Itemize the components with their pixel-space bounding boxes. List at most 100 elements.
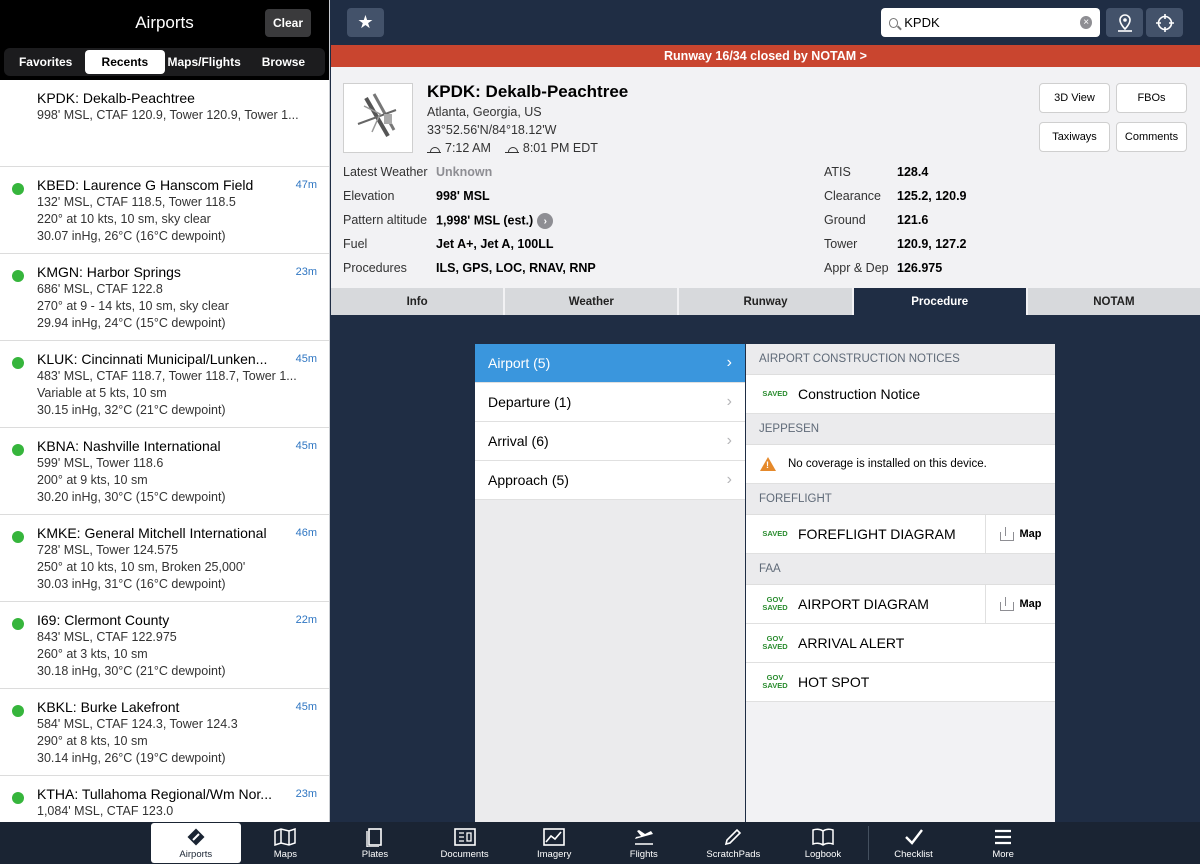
- chevron-right-icon: ›: [726, 432, 732, 449]
- doc-name: HOT SPOT: [798, 674, 870, 690]
- tab-procedure[interactable]: Procedure: [853, 288, 1026, 315]
- weather-age: 45m: [295, 440, 317, 452]
- doc-arrival-alert[interactable]: GOV SAVED ARRIVAL ALERT: [746, 624, 1055, 663]
- airport-name: KBED: Laurence G Hanscom Field: [37, 177, 254, 193]
- segment-recents[interactable]: Recents: [85, 50, 165, 74]
- airport-row-kbkl[interactable]: KBKL: Burke Lakefront 45m 584' MSL, CTAF…: [0, 689, 329, 776]
- sunrise-time: 7:12 AM: [445, 141, 491, 155]
- vfr-status-dot: [12, 531, 24, 543]
- freq-label: Appr & Dep: [824, 261, 889, 275]
- airport-name: KBKL: Burke Lakefront: [37, 699, 180, 715]
- saved-badge: SAVED: [762, 529, 788, 538]
- maps-icon: [274, 827, 297, 847]
- nav-documents[interactable]: Documents: [420, 822, 510, 864]
- comments-button[interactable]: Comments: [1116, 122, 1187, 152]
- airport-row-kmke[interactable]: KMKE: General Mitchell International 46m…: [0, 515, 329, 602]
- segment-browse[interactable]: Browse: [244, 50, 323, 74]
- map-pin-button[interactable]: [1106, 8, 1143, 37]
- weather-age: 45m: [295, 701, 317, 713]
- doc-hot-spot[interactable]: GOV SAVED HOT SPOT: [746, 663, 1055, 702]
- procedure-departure[interactable]: Departure (1) ›: [475, 383, 745, 422]
- map-pin-icon: [1117, 13, 1132, 32]
- airport-tabs: Info Weather Runway Procedure NOTAM: [331, 288, 1200, 315]
- airport-row-kpdk[interactable]: KPDK: Dekalb-Peachtree 998' MSL, CTAF 12…: [0, 80, 329, 167]
- segment-favorites[interactable]: Favorites: [6, 50, 85, 74]
- doc-name: Construction Notice: [798, 386, 921, 402]
- notam-banner[interactable]: Runway 16/34 closed by NOTAM >: [331, 45, 1200, 67]
- procedure-label: Departure (1): [488, 394, 572, 410]
- info-label: Pattern altitude: [343, 213, 428, 227]
- freq-label: Ground: [824, 213, 866, 227]
- nav-flights[interactable]: Flights: [599, 822, 689, 864]
- search-icon: [889, 17, 899, 28]
- airport-coordinates: 33°52.56'N/84°18.12'W: [427, 123, 557, 137]
- chevron-right-icon[interactable]: ›: [537, 213, 554, 229]
- warning-icon: !: [760, 457, 776, 471]
- airport-row-kmgn[interactable]: KMGN: Harbor Springs 23m 686' MSL, CTAF …: [0, 254, 329, 341]
- procedure-approach[interactable]: Approach (5) ›: [475, 461, 745, 500]
- procedure-arrival[interactable]: Arrival (6) ›: [475, 422, 745, 461]
- share-icon: [999, 597, 1014, 611]
- saved-text: SAVED: [762, 603, 788, 612]
- weather-age: 23m: [295, 266, 317, 278]
- airport-wind: 260° at 3 kts, 10 sm: [37, 647, 148, 661]
- airport-detail: 686' MSL, CTAF 122.8: [37, 282, 163, 296]
- airport-diagram-thumbnail[interactable]: [343, 83, 413, 153]
- section-construction-notices: AIRPORT CONSTRUCTION NOTICES: [746, 344, 1055, 375]
- clear-search-icon[interactable]: ×: [1080, 16, 1092, 29]
- nav-label: Documents: [440, 848, 489, 860]
- airport-row-kbed[interactable]: KBED: Laurence G Hanscom Field 47m 132' …: [0, 167, 329, 254]
- doc-foreflight-diagram[interactable]: SAVED FOREFLIGHT DIAGRAM Map: [746, 515, 1055, 554]
- airport-altimeter: 30.20 inHg, 30°C (15°C dewpoint): [37, 490, 226, 504]
- nav-more[interactable]: More: [958, 822, 1048, 864]
- nav-label: More: [992, 848, 1014, 860]
- tab-info[interactable]: Info: [331, 288, 504, 315]
- doc-construction-notice[interactable]: SAVED Construction Notice: [746, 375, 1055, 414]
- doc-name: FOREFLIGHT DIAGRAM: [798, 526, 956, 542]
- info-value: Jet A+, Jet A, 100LL: [436, 237, 554, 251]
- nav-plates[interactable]: Plates: [330, 822, 420, 864]
- nav-checklist[interactable]: Checklist: [869, 822, 959, 864]
- taxiways-button[interactable]: Taxiways: [1039, 122, 1110, 152]
- airport-row-i69[interactable]: I69: Clermont County 22m 843' MSL, CTAF …: [0, 602, 329, 689]
- logbook-icon: [812, 827, 834, 847]
- clear-button[interactable]: Clear: [265, 9, 311, 37]
- vfr-status-dot: [12, 357, 24, 369]
- airport-row-kbna[interactable]: KBNA: Nashville International 45m 599' M…: [0, 428, 329, 515]
- 3d-view-button[interactable]: 3D View: [1039, 83, 1110, 113]
- chevron-right-icon: ›: [726, 354, 732, 371]
- procedure-airport[interactable]: Airport (5) ›: [475, 344, 745, 383]
- segment-maps-flights[interactable]: Maps/Flights: [165, 50, 244, 74]
- nav-scratchpads[interactable]: ScratchPads: [689, 822, 779, 864]
- airport-altimeter: 30.18 inHg, 30°C (21°C dewpoint): [37, 664, 226, 678]
- map-button[interactable]: Map: [985, 515, 1055, 553]
- airport-detail: 998' MSL, CTAF 120.9, Tower 120.9, Tower…: [37, 108, 299, 122]
- tab-weather[interactable]: Weather: [505, 288, 678, 315]
- nav-logbook[interactable]: Logbook: [778, 822, 868, 864]
- diagram-icon: [357, 93, 397, 138]
- nav-airports[interactable]: Airports: [151, 823, 241, 863]
- favorite-star-button[interactable]: ★: [347, 8, 384, 37]
- nav-label: Maps: [273, 848, 297, 860]
- weather-age: 22m: [295, 614, 317, 626]
- airport-row-kluk[interactable]: KLUK: Cincinnati Municipal/Lunken... 45m…: [0, 341, 329, 428]
- airport-detail: 132' MSL, CTAF 118.5, Tower 118.5: [37, 195, 236, 209]
- nav-label: Logbook: [804, 848, 842, 860]
- info-value: Unknown: [436, 165, 493, 179]
- map-button[interactable]: Map: [985, 585, 1055, 623]
- section-foreflight: FOREFLIGHT: [746, 484, 1055, 515]
- chevron-right-icon: ›: [726, 393, 732, 410]
- nav-maps[interactable]: Maps: [241, 822, 331, 864]
- search-input[interactable]: [904, 15, 1081, 30]
- tab-notam[interactable]: NOTAM: [1027, 288, 1200, 315]
- bottom-tab-bar: Airports Maps Plates Documents Imagery F…: [0, 822, 1200, 864]
- nav-imagery[interactable]: Imagery: [509, 822, 599, 864]
- vfr-status-dot: [12, 618, 24, 630]
- fbos-button[interactable]: FBOs: [1116, 83, 1187, 113]
- tab-runway[interactable]: Runway: [679, 288, 852, 315]
- airport-row-ktha[interactable]: KTHA: Tullahoma Regional/Wm Nor... 23m 1…: [0, 776, 329, 822]
- doc-airport-diagram[interactable]: GOV SAVED AIRPORT DIAGRAM Map: [746, 585, 1055, 624]
- doc-name: ARRIVAL ALERT: [798, 635, 905, 651]
- locate-button[interactable]: [1146, 8, 1183, 37]
- procedure-category-list: Airport (5) › Departure (1) › Arrival (6…: [475, 344, 745, 822]
